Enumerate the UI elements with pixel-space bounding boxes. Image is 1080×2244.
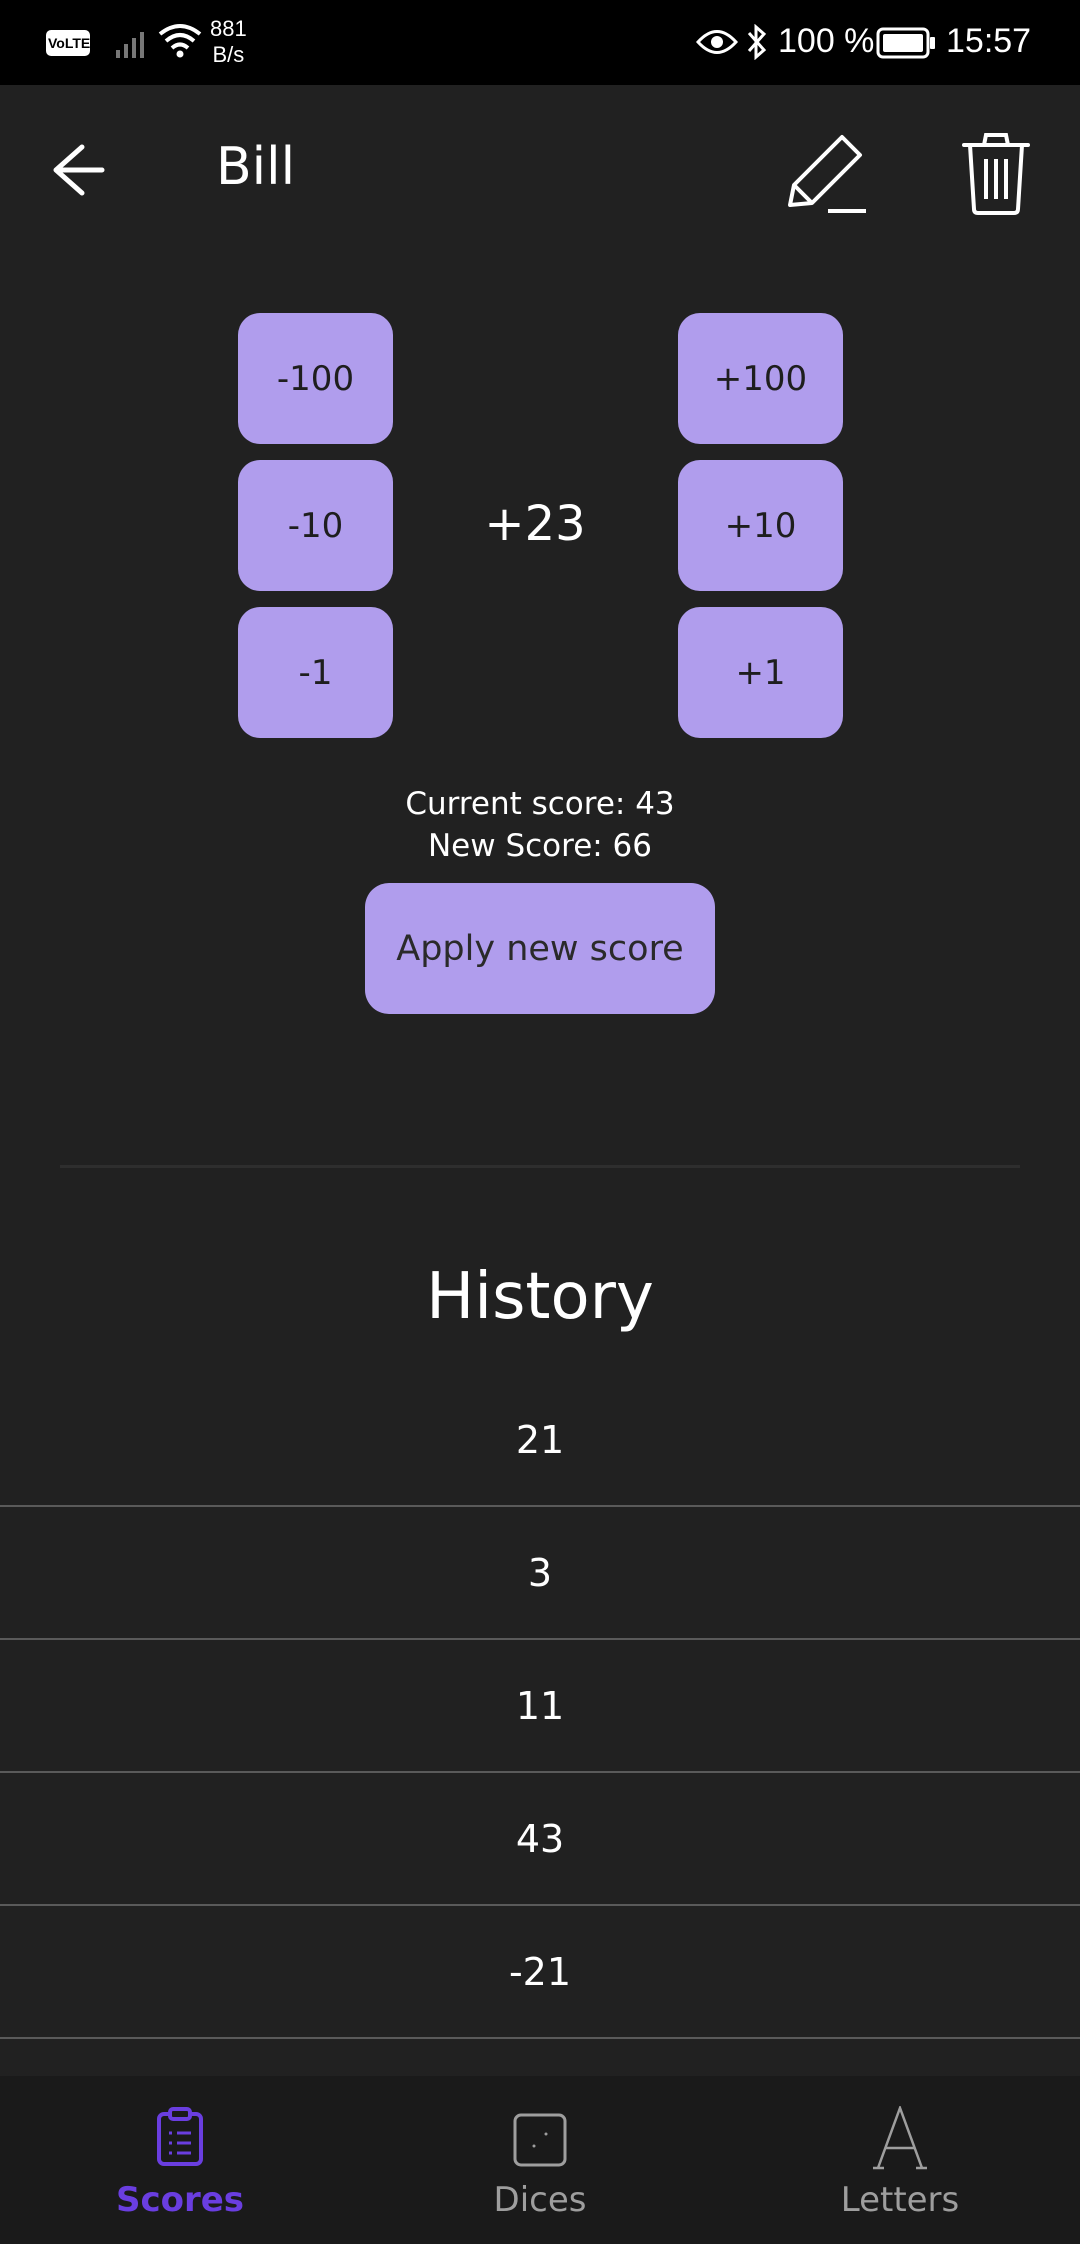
pencil-icon bbox=[788, 135, 866, 213]
network-speed: 881 B/s bbox=[210, 16, 247, 68]
network-speed-unit: B/s bbox=[212, 42, 245, 67]
plus-100-button[interactable]: +100 bbox=[678, 313, 843, 444]
history-item: 21 bbox=[0, 1374, 1080, 1507]
clipboard-icon bbox=[157, 2107, 203, 2166]
signal-icon bbox=[116, 32, 144, 58]
wifi-icon bbox=[158, 24, 202, 58]
nav-item-dices[interactable]: Dices bbox=[360, 2076, 720, 2244]
bluetooth-icon bbox=[747, 24, 767, 60]
volte-badge: VoLTE bbox=[46, 30, 90, 56]
delete-button[interactable] bbox=[956, 127, 1036, 217]
history-item: 3 bbox=[0, 1507, 1080, 1640]
current-score: Current score: 43 bbox=[405, 786, 675, 822]
status-bar: VoLTE 881 B/s 100 % 15:57 bbox=[0, 0, 1080, 85]
edit-button[interactable] bbox=[780, 127, 870, 217]
back-button[interactable] bbox=[40, 135, 120, 205]
score-delta: +23 bbox=[484, 496, 586, 552]
battery-icon bbox=[876, 27, 935, 59]
minus-10-button[interactable]: -10 bbox=[238, 460, 393, 591]
app-bar: Bill bbox=[0, 85, 1080, 255]
history-list[interactable]: 21 3 11 43 -21 bbox=[0, 1374, 1080, 2039]
minus-1-button[interactable]: -1 bbox=[238, 607, 393, 738]
nav-label-dices: Dices bbox=[493, 2180, 587, 2220]
nav-label-letters: Letters bbox=[840, 2180, 960, 2220]
letter-a-icon bbox=[873, 2106, 927, 2170]
new-score: New Score: 66 bbox=[427, 828, 653, 864]
history-item: 11 bbox=[0, 1640, 1080, 1773]
bottom-navigation: Scores Dices Letters bbox=[0, 2076, 1080, 2244]
history-item: -21 bbox=[0, 1906, 1080, 2039]
die-icon bbox=[513, 2113, 567, 2167]
back-arrow-icon bbox=[53, 144, 105, 196]
eye-icon bbox=[696, 30, 738, 54]
divider bbox=[60, 1165, 1020, 1168]
clock: 15:57 bbox=[946, 22, 1032, 60]
page-title: Bill bbox=[216, 137, 296, 197]
network-speed-value: 881 bbox=[210, 16, 247, 41]
nav-item-scores[interactable]: Scores bbox=[0, 2076, 360, 2244]
history-item: 43 bbox=[0, 1773, 1080, 1906]
nav-item-letters[interactable]: Letters bbox=[720, 2076, 1080, 2244]
apply-new-score-button[interactable]: Apply new score bbox=[365, 883, 715, 1014]
history-title: History bbox=[426, 1260, 654, 1334]
minus-100-button[interactable]: -100 bbox=[238, 313, 393, 444]
trash-icon bbox=[962, 133, 1030, 215]
plus-1-button[interactable]: +1 bbox=[678, 607, 843, 738]
battery-percent: 100 % bbox=[778, 22, 875, 60]
plus-10-button[interactable]: +10 bbox=[678, 460, 843, 591]
nav-label-scores: Scores bbox=[115, 2180, 245, 2220]
